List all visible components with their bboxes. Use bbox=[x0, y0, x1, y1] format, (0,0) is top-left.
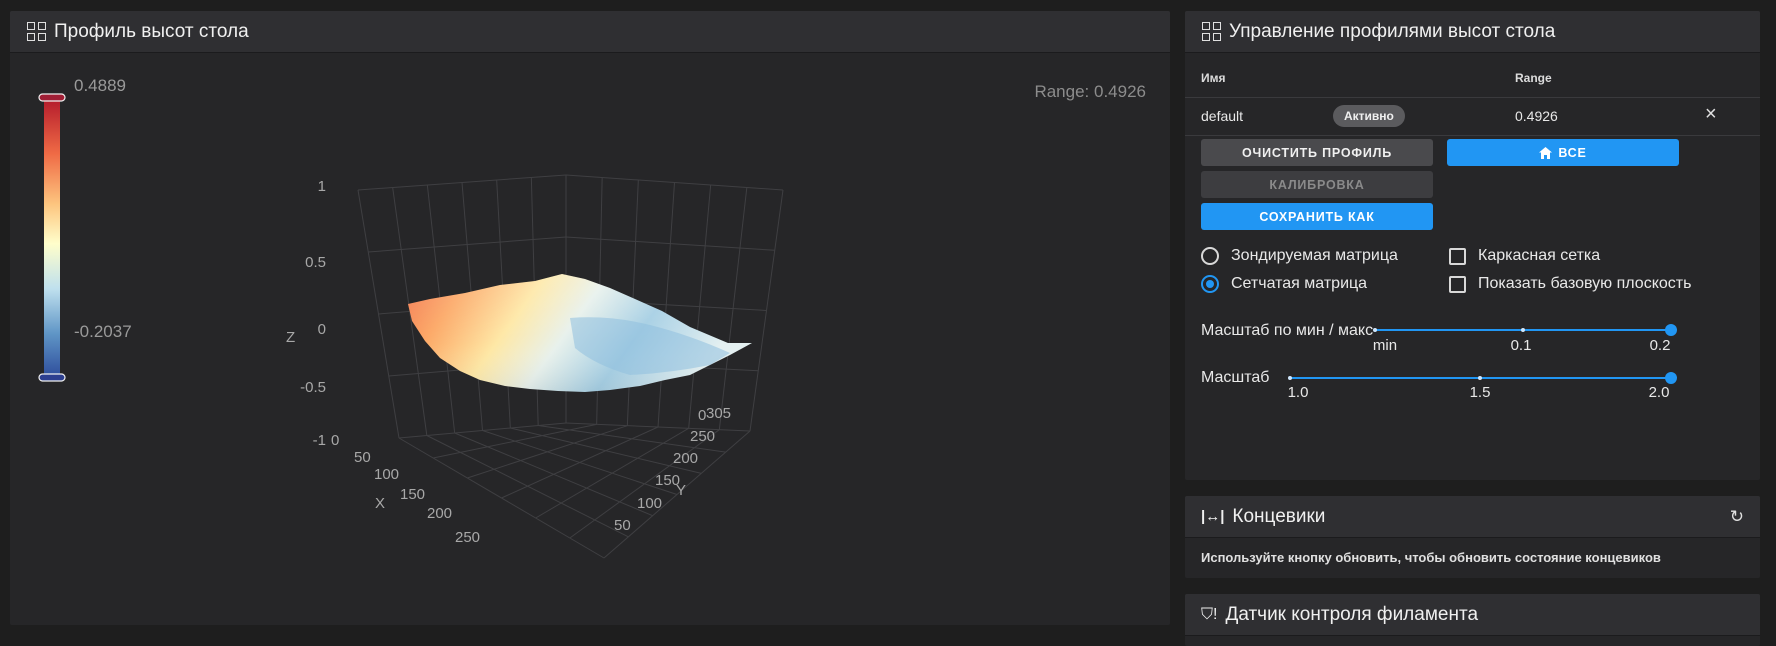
mesh-3d-plot[interactable]: 10.50-0.5-1Z501001502002500X305250200150… bbox=[10, 53, 1170, 623]
y-tick-label: 305 bbox=[706, 405, 731, 422]
col-name-header: Имя bbox=[1201, 71, 1226, 85]
wireframe-checkbox[interactable] bbox=[1449, 247, 1466, 265]
save-as-button[interactable]: Сохранить как bbox=[1201, 203, 1433, 230]
calibrate-button[interactable]: Калибровка bbox=[1201, 171, 1433, 198]
grid-icon bbox=[1201, 22, 1221, 42]
grid-icon bbox=[26, 22, 46, 42]
y-tick-label: 50 bbox=[614, 517, 631, 534]
wireframe-label: Каркасная сетка bbox=[1478, 247, 1601, 264]
home-icon bbox=[1539, 146, 1553, 159]
endstops-panel: |↔| Концевики ↻ Используйте кнопку обнов… bbox=[1185, 496, 1760, 578]
scale-label: Масштаб bbox=[1201, 369, 1270, 386]
filament-sensor-panel: ⛉! Датчик контроля филамента bbox=[1185, 594, 1760, 646]
base-plane-option[interactable]: Показать базовую плоскость bbox=[1449, 275, 1691, 293]
home-all-button[interactable]: Все bbox=[1447, 139, 1679, 166]
base-plane-label: Показать базовую плоскость bbox=[1478, 275, 1692, 292]
probed-matrix-option[interactable]: Зондируемая матрица bbox=[1201, 247, 1398, 265]
grid-line bbox=[569, 429, 720, 539]
tick-label: 2.0 bbox=[1648, 384, 1670, 401]
y-tick-label: 0 bbox=[698, 407, 706, 424]
refresh-icon[interactable]: ↻ bbox=[1730, 507, 1744, 527]
clear-profile-button[interactable]: Очистить профиль bbox=[1201, 139, 1433, 166]
x-axis-label: X bbox=[375, 495, 385, 512]
base-plane-checkbox[interactable] bbox=[1449, 275, 1466, 293]
grid-line bbox=[426, 435, 629, 538]
y-tick-label: 100 bbox=[637, 495, 662, 512]
slider-tick bbox=[1478, 376, 1482, 380]
x-tick-label: 50 bbox=[354, 449, 371, 466]
y-tick-label: 200 bbox=[673, 450, 698, 467]
z-tick-label: 0.5 bbox=[305, 254, 326, 271]
scale-minmax-label: Масштаб по мин / макс bbox=[1201, 322, 1374, 339]
x-tick-label: 0 bbox=[331, 432, 339, 449]
profiles-panel: Управление профилями высот стола Имя Ran… bbox=[1185, 11, 1760, 480]
x-tick-label: 250 bbox=[455, 529, 480, 546]
z-axis-label: Z bbox=[286, 329, 295, 346]
endstops-title: Концевики bbox=[1232, 505, 1326, 527]
mesh-label: Сетчатая матрица bbox=[1231, 275, 1368, 292]
mesh-radio[interactable] bbox=[1201, 275, 1219, 293]
filament-header: ⛉! Датчик контроля филамента bbox=[1185, 594, 1760, 636]
tick-label: 0.1 bbox=[1510, 337, 1532, 354]
tick-label: 1.0 bbox=[1287, 384, 1309, 401]
bed-mesh-header: Профиль высот стола bbox=[10, 11, 1170, 53]
y-tick-label: 250 bbox=[690, 428, 715, 445]
probed-radio[interactable] bbox=[1201, 247, 1219, 265]
profile-name[interactable]: default bbox=[1201, 108, 1243, 124]
profile-row[interactable]: default Активно 0.4926 × bbox=[1185, 98, 1760, 134]
z-tick-label: 1 bbox=[318, 178, 326, 195]
x-tick-label: 150 bbox=[400, 486, 425, 503]
x-tick-label: 200 bbox=[427, 505, 452, 522]
mesh-matrix-option[interactable]: Сетчатая матрица bbox=[1201, 275, 1367, 293]
close-icon[interactable]: × bbox=[1705, 103, 1717, 126]
endstops-header: |↔| Концевики ↻ bbox=[1185, 496, 1760, 538]
tick-label: min bbox=[1372, 337, 1398, 354]
filament-title: Датчик контроля филамента bbox=[1225, 603, 1479, 625]
active-badge: Активно bbox=[1333, 105, 1405, 127]
probed-label: Зондируемая матрица bbox=[1231, 247, 1398, 264]
z-tick-label: -1 bbox=[313, 432, 326, 449]
tick-label: 0.2 bbox=[1649, 337, 1671, 354]
filament-alert-icon: ⛉! bbox=[1201, 605, 1218, 623]
slider-tick bbox=[1373, 328, 1377, 332]
divider bbox=[1185, 135, 1760, 136]
arrows-horizontal-icon: |↔| bbox=[1201, 508, 1225, 525]
slider-thumb[interactable] bbox=[1665, 324, 1677, 336]
profile-range: 0.4926 bbox=[1515, 108, 1558, 124]
bed-mesh-panel: Профиль высот стола 0.4889 -0.2037 Range… bbox=[10, 11, 1170, 625]
col-range-header: Range bbox=[1515, 71, 1552, 85]
slider-tick bbox=[1288, 376, 1292, 380]
wireframe-option[interactable]: Каркасная сетка bbox=[1449, 247, 1600, 265]
slider-tick bbox=[1521, 328, 1525, 332]
home-all-label: Все bbox=[1558, 145, 1587, 160]
profiles-header: Управление профилями высот стола bbox=[1185, 11, 1760, 53]
z-tick-label: -0.5 bbox=[300, 379, 326, 396]
endstops-message: Используйте кнопку обновить, чтобы обнов… bbox=[1201, 550, 1661, 565]
z-tick-label: 0 bbox=[318, 321, 326, 338]
y-axis-label: Y bbox=[676, 482, 686, 499]
slider-thumb[interactable] bbox=[1665, 372, 1677, 384]
bed-mesh-title: Профиль высот стола bbox=[54, 20, 249, 42]
x-tick-label: 100 bbox=[374, 466, 399, 483]
tick-label: 1.5 bbox=[1469, 384, 1491, 401]
profiles-title: Управление профилями высот стола bbox=[1229, 20, 1556, 42]
grid-line bbox=[454, 432, 653, 517]
